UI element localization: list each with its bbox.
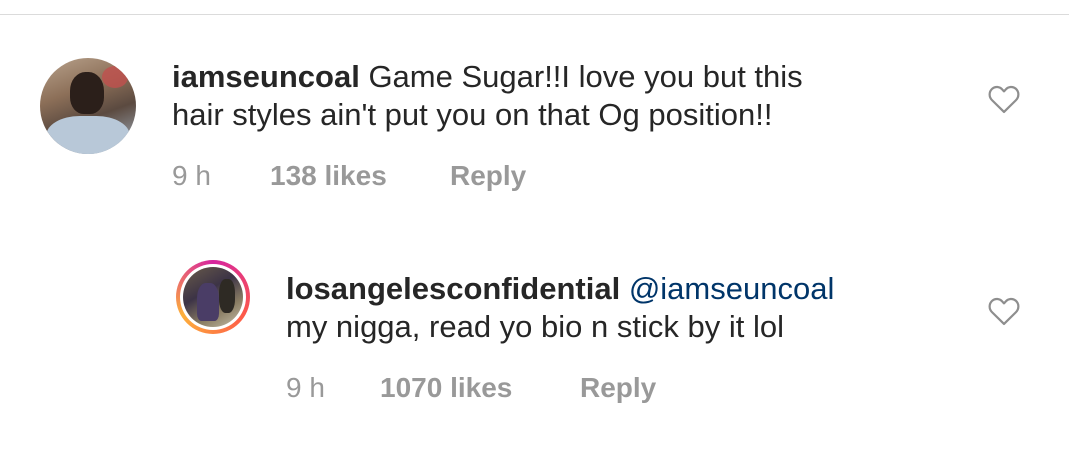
avatar-figure-2 — [219, 279, 235, 313]
avatar-jacket — [46, 116, 130, 154]
reply-line-1: losangelesconfidential @iamseuncoal — [286, 270, 834, 308]
avatar-iamseuncoal[interactable] — [40, 58, 136, 154]
comment-time: 9 h — [172, 160, 211, 191]
comment-username[interactable]: iamseuncoal — [172, 59, 360, 94]
reply-reply-button[interactable]: Reply — [580, 372, 656, 403]
comment-likes-wrap: 138 likes — [270, 160, 387, 192]
avatar-ring-inner — [180, 264, 246, 330]
comment-body: iamseuncoal Game Sugar!!I love you but t… — [172, 58, 803, 134]
reply-username[interactable]: losangelesconfidential — [286, 271, 620, 306]
avatar-face — [70, 72, 104, 114]
reply-likes[interactable]: 1070 likes — [380, 372, 512, 403]
reply-button[interactable]: Reply — [450, 160, 526, 191]
comment-meta: 9 h — [172, 160, 211, 192]
avatar-photo — [183, 267, 243, 327]
avatar-losangelesconfidential[interactable] — [176, 260, 250, 334]
reply-likes-wrap: 1070 likes — [380, 372, 512, 404]
avatar-background — [102, 66, 128, 88]
heart-outline-icon[interactable] — [987, 296, 1021, 326]
comment-likes[interactable]: 138 likes — [270, 160, 387, 191]
comment-reply-wrap: Reply — [450, 160, 526, 192]
heart-outline-icon[interactable] — [987, 84, 1021, 114]
reply-line-2: my nigga, read yo bio n stick by it lol — [286, 309, 784, 344]
reply-mention[interactable]: @iamseuncoal — [629, 271, 835, 306]
reply-reply-wrap: Reply — [580, 372, 656, 404]
comment-text: Game Sugar!!I love you but this — [368, 59, 803, 94]
reply-body: losangelesconfidential @iamseuncoal my n… — [286, 270, 834, 346]
comment-line-1: iamseuncoal Game Sugar!!I love you but t… — [172, 58, 803, 96]
top-divider — [0, 14, 1069, 15]
reply-time: 9 h — [286, 372, 325, 403]
avatar-figure — [197, 283, 219, 321]
comment-line-2: hair styles ain't put you on that Og pos… — [172, 97, 773, 132]
reply-meta: 9 h — [286, 372, 325, 404]
